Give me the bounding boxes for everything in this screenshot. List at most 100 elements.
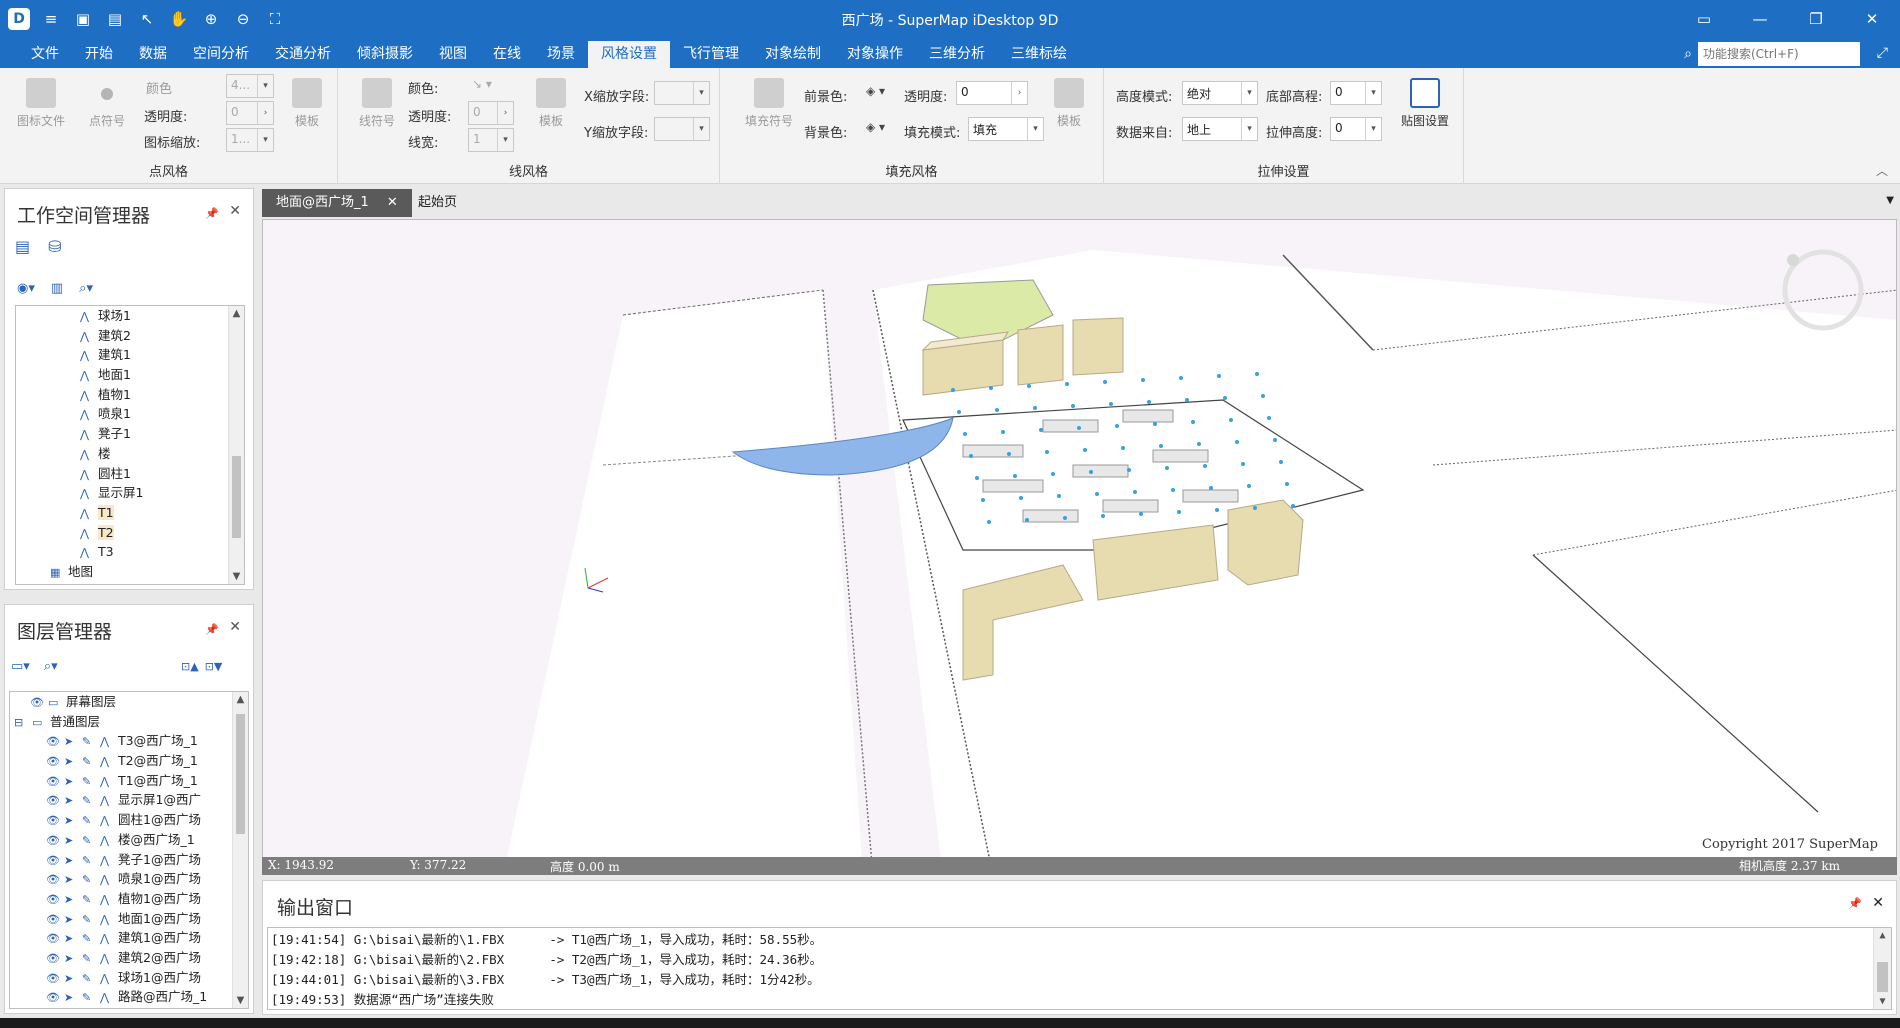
eye-icon[interactable]: 👁 <box>46 772 60 792</box>
tab-view[interactable]: 视图 <box>426 41 480 68</box>
tab-traffic-analysis[interactable]: 交通分析 <box>262 41 344 68</box>
minimize-icon[interactable]: — <box>1732 0 1788 38</box>
editable-icon[interactable]: ✎ <box>82 910 96 930</box>
editable-icon[interactable]: ✎ <box>82 988 96 1008</box>
scroll-up-icon[interactable]: ▲ <box>1874 930 1891 941</box>
editable-icon[interactable]: ✎ <box>82 890 96 910</box>
layer-row[interactable]: 👁 ➤ ✎ ⋀ 凳子1@西广场 <box>10 850 232 870</box>
eye-icon[interactable]: 👁 <box>46 791 60 811</box>
tab-scene[interactable]: 场景 <box>534 41 588 68</box>
tab-file[interactable]: 文件 <box>18 41 72 68</box>
x-scale-input[interactable]: ▾ <box>654 81 710 105</box>
eye-icon[interactable]: 👁 <box>46 910 60 930</box>
tree-item-t2[interactable]: ⋀ T2 <box>80 523 228 543</box>
selectable-icon[interactable]: ➤ <box>64 969 78 989</box>
eye-icon[interactable]: 👁 <box>46 732 60 752</box>
tab-oblique-photo[interactable]: 倾斜摄影 <box>344 41 426 68</box>
tab-object-draw[interactable]: 对象绘制 <box>752 41 834 68</box>
eye-icon[interactable]: 👁 <box>46 870 60 890</box>
line-template-button[interactable]: 模板 <box>520 78 582 129</box>
selectable-icon[interactable]: ➤ <box>64 988 78 1008</box>
layer-row[interactable]: 👁 ➤ ✎ ⋀ 显示屏1@西广 <box>10 790 232 810</box>
layer-row[interactable]: 👁 ➤ ✎ ⋀ 植物1@西广场 <box>10 889 232 909</box>
tree-item-plant1[interactable]: ⋀ 植物1 <box>80 385 228 405</box>
line-transparency-input[interactable]: 0 › <box>468 101 514 125</box>
editable-icon[interactable]: ✎ <box>82 949 96 969</box>
layer-row[interactable]: 👁 ➤ ✎ ⋀ T3@西广场_1 <box>10 731 232 751</box>
tab-style-settings[interactable]: 风格设置 <box>588 41 670 68</box>
scroll-thumb[interactable] <box>232 456 241 538</box>
tree-item-court1[interactable]: ⋀ 球场1 <box>80 306 228 326</box>
scroll-down-icon[interactable]: ▼ <box>1874 996 1891 1007</box>
output-log[interactable]: [19:41:54] G:\bisai\最新的\1.FBX -> T1@西广场_… <box>267 927 1892 1010</box>
close-icon[interactable]: ✕ <box>1844 0 1900 38</box>
selectable-icon[interactable]: ➤ <box>64 752 78 772</box>
tree-item-bench1[interactable]: ⋀ 凳子1 <box>80 424 228 444</box>
editable-icon[interactable]: ✎ <box>82 851 96 871</box>
fill-mode-select[interactable]: 填充 ▾ <box>968 117 1044 141</box>
layer-row[interactable]: 👁 ➤ ✎ ⋀ 圆柱1@西广场 <box>10 810 232 830</box>
tree-item-t1[interactable]: ⋀ T1 <box>80 503 228 523</box>
scroll-up-icon[interactable]: ▲ <box>229 308 244 319</box>
pin-icon[interactable]: 📌 <box>1848 897 1862 910</box>
eye-icon[interactable]: 👁 <box>46 969 60 989</box>
scroll-down-icon[interactable]: ▼ <box>229 571 244 582</box>
selectable-icon[interactable]: ➤ <box>64 890 78 910</box>
eye-icon[interactable]: 👁 <box>46 851 60 871</box>
layer-row[interactable]: 👁 ➤ ✎ ⋀ 建筑1@西广场 <box>10 928 232 948</box>
close-icon[interactable]: ✕ <box>229 619 241 635</box>
layer-options-icon[interactable]: ▭▾ <box>11 659 30 674</box>
icon-file-button[interactable]: 图标文件 <box>10 78 72 129</box>
texture-settings-button[interactable]: 贴图设置 <box>1394 78 1456 129</box>
selectable-icon[interactable]: ➤ <box>64 910 78 930</box>
layer-scrollbar[interactable]: ▲ ▼ <box>232 692 248 1008</box>
data-source-select[interactable]: 地上 ▾ <box>1182 117 1258 141</box>
tree-item-pillar1[interactable]: ⋀ 圆柱1 <box>80 464 228 484</box>
tab-spatial-analysis[interactable]: 空间分析 <box>180 41 262 68</box>
selectable-icon[interactable]: ➤ <box>64 949 78 969</box>
collapse-icon[interactable]: ⊟ <box>14 713 28 733</box>
tab-scene-document[interactable]: 地面@西广场_1 ✕ <box>262 189 412 217</box>
view-options-icon[interactable]: ◉▾ <box>17 281 35 296</box>
close-icon[interactable]: ✕ <box>229 203 241 219</box>
tree-item-t3[interactable]: ⋀ T3 <box>80 542 228 562</box>
editable-icon[interactable]: ✎ <box>82 811 96 831</box>
scroll-thumb[interactable] <box>236 714 245 834</box>
editable-icon[interactable]: ✎ <box>82 772 96 792</box>
layer-row[interactable]: 👁 ➤ ✎ ⋀ 地面1@西广场 <box>10 909 232 929</box>
tree-item-maps[interactable]: ▦ 地图 <box>50 562 228 582</box>
eye-icon[interactable]: 👁 <box>46 949 60 969</box>
fg-color-picker[interactable]: ◈ ▾ <box>862 81 902 105</box>
scene-viewport[interactable] <box>262 219 1897 875</box>
editable-icon[interactable]: ✎ <box>82 791 96 811</box>
bg-color-picker[interactable]: ◈ ▾ <box>862 117 902 141</box>
move-down-icon[interactable]: ⊡▼ <box>205 660 223 673</box>
layer-row[interactable]: 👁 ➤ ✎ ⋀ 路路@西广场_1 <box>10 987 232 1007</box>
log-scrollbar[interactable]: ▲ ▼ <box>1873 928 1891 1009</box>
editable-icon[interactable]: ✎ <box>82 969 96 989</box>
restore-icon[interactable]: ❐ <box>1788 0 1844 38</box>
eye-icon[interactable]: 👁 <box>46 811 60 831</box>
selectable-icon[interactable]: ➤ <box>64 791 78 811</box>
editable-icon[interactable]: ✎ <box>82 929 96 949</box>
fullscreen-icon[interactable]: ⤢ <box>1877 45 1888 61</box>
normal-layer-node[interactable]: ⊟ ▭ 普通图层 <box>10 712 232 732</box>
selectable-icon[interactable]: ➤ <box>64 772 78 792</box>
tree-item-screen1[interactable]: ⋀ 显示屏1 <box>80 483 228 503</box>
tree-item-tower[interactable]: ⋀ 楼 <box>80 444 228 464</box>
workspace-scrollbar[interactable]: ▲ ▼ <box>228 306 244 584</box>
tab-object-edit[interactable]: 对象操作 <box>834 41 916 68</box>
layer-row[interactable]: 👁 ➤ ✎ ⋀ T2@西广场_1 <box>10 751 232 771</box>
tab-flight[interactable]: 飞行管理 <box>670 41 752 68</box>
line-color-picker[interactable]: ↘ ▾ <box>468 74 514 98</box>
point-template-button[interactable]: 模板 <box>276 78 338 129</box>
fill-template-button[interactable]: 模板 <box>1038 78 1100 129</box>
base-elevation-input[interactable]: 0 ▾ <box>1330 81 1382 105</box>
selectable-icon[interactable]: ➤ <box>64 732 78 752</box>
scroll-down-icon[interactable]: ▼ <box>233 995 248 1006</box>
line-symbol-button[interactable]: 线符号 <box>346 78 408 129</box>
layer-row[interactable]: 👁 ➤ ✎ ⋀ T1@西广场_1 <box>10 771 232 791</box>
close-tab-icon[interactable]: ✕ <box>387 195 398 210</box>
editable-icon[interactable]: ✎ <box>82 752 96 772</box>
search-icon[interactable]: ⌕▾ <box>79 281 93 296</box>
